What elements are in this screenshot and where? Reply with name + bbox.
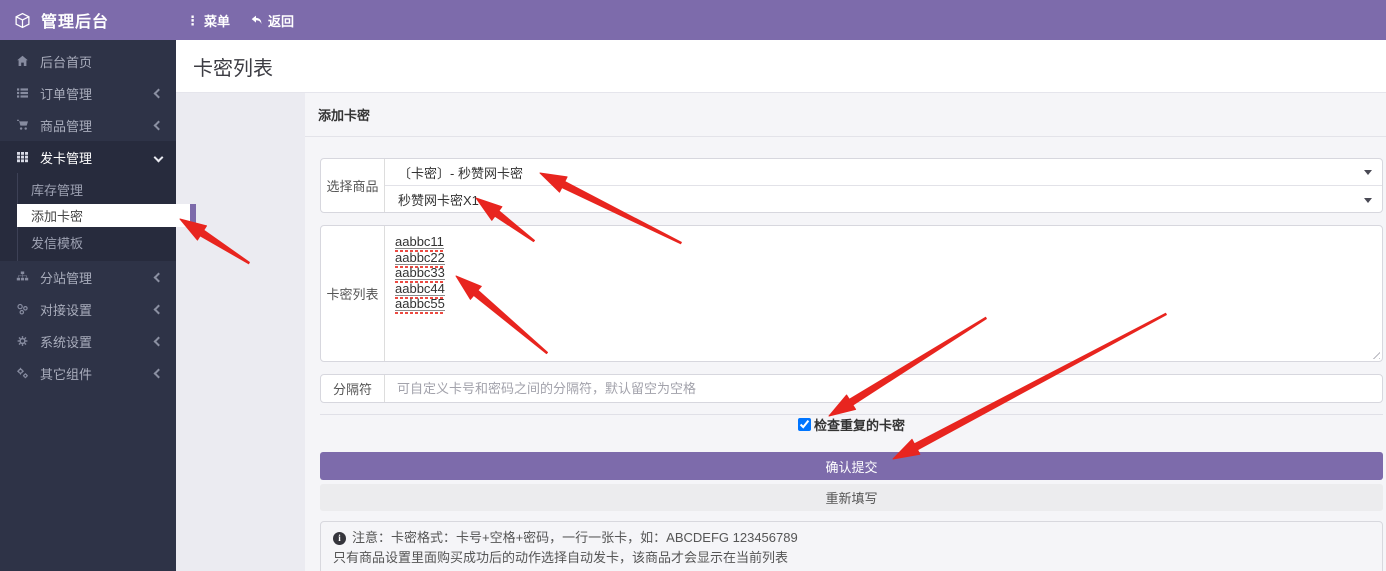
title-bar: 卡密列表 [176,40,1386,93]
sitemap-icon [16,271,30,284]
sidebar-item-system-settings[interactable]: 系统设置 [0,325,176,357]
ellipsis-v-icon: ⋮ [186,14,199,27]
submit-button[interactable]: 确认提交 [320,452,1383,480]
panel-header: 添加卡密 [305,93,1386,137]
chevron-left-icon [154,304,164,314]
sidebar-item-api-settings[interactable]: 对接设置 [0,293,176,325]
home-icon [16,55,30,68]
nodes-icon [16,303,30,316]
gears-icon [16,367,30,380]
chevron-left-icon [154,336,164,346]
separator-row: 分隔符 [320,374,1383,403]
card-entry: aabbc44 [395,282,445,296]
sku-select-value: 秒赞网卡密X1 [398,190,479,209]
select-caret-icon [1364,170,1372,175]
duplicate-checkbox-label: 检查重复的卡密 [814,415,905,434]
top-header: 管理后台 ⋮ 菜单 返回 [0,0,1386,40]
sidebar-subitem-stock[interactable]: 库存管理 [0,176,176,202]
card-list-row: 卡密列表 aabbc11 aabbc22 aabbc33 aabbc44 aab… [320,225,1383,362]
product-select-value: 〔卡密〕- 秒赞网卡密 [398,163,523,182]
card-entry: aabbc55 [395,297,445,311]
select-caret-icon [1364,198,1372,203]
sidebar: 后台首页 订单管理 商品管理 [0,40,176,571]
cart-icon [16,119,30,132]
product-select[interactable]: 〔卡密〕- 秒赞网卡密 [385,159,1382,186]
reset-button[interactable]: 重新填写 [320,484,1383,511]
separator-input[interactable] [385,375,1380,402]
sidebar-item-orders[interactable]: 订单管理 [0,77,176,109]
card-management-submenu: 库存管理 添加卡密 发信模板 [0,173,176,261]
sidebar-item-card-management[interactable]: 发卡管理 [0,141,176,173]
duplicate-check-row: 检查重复的卡密 [320,413,1383,435]
sidebar-item-other-components[interactable]: 其它组件 [0,357,176,389]
sidebar-subitem-mail-template[interactable]: 发信模板 [0,229,176,255]
chevron-down-icon [154,152,164,162]
info-icon [333,532,346,545]
admin-page: 管理后台 ⋮ 菜单 返回 后台首页 [0,0,1386,571]
duplicate-checkbox[interactable] [798,418,811,431]
chevron-left-icon [154,88,164,98]
note-line-1: 注意：卡密格式：卡号+空格+密码，一行一张卡，如：ABCDEFG 1234567… [352,528,798,548]
menu-button[interactable]: ⋮ 菜单 [186,11,230,30]
chevron-left-icon [154,368,164,378]
page-title: 卡密列表 [193,52,273,81]
brand: 管理后台 [0,8,176,32]
gear-icon [16,335,30,348]
sku-select[interactable]: 秒赞网卡密X1 [385,186,1382,213]
card-entry: aabbc22 [395,251,445,265]
chevron-left-icon [154,272,164,282]
textarea-resize-handle[interactable] [1370,349,1380,359]
separator-label: 分隔符 [321,375,385,402]
card-entry: aabbc11 [395,235,444,249]
app-title: 管理后台 [41,8,109,32]
card-entry: aabbc33 [395,266,445,280]
note-box: 注意：卡密格式：卡号+空格+密码，一行一张卡，如：ABCDEFG 1234567… [320,521,1383,571]
chevron-left-icon [154,120,164,130]
sidebar-item-products[interactable]: 商品管理 [0,109,176,141]
sidebar-item-home[interactable]: 后台首页 [0,45,176,77]
note-line-2: 只有商品设置里面购买成功后的动作选择自动发卡，该商品才会显示在当前列表 [333,548,1370,568]
list-icon [16,87,30,100]
back-button[interactable]: 返回 [250,11,294,30]
reply-arrow-icon [250,14,263,26]
card-list-label: 卡密列表 [321,226,385,361]
grid-icon [16,151,30,164]
sidebar-item-substation[interactable]: 分站管理 [0,261,176,293]
select-product-label: 选择商品 [321,159,385,212]
cube-logo-icon [14,12,31,29]
card-list-textarea[interactable]: aabbc11 aabbc22 aabbc33 aabbc44 aabbc55 [385,226,1382,361]
select-product-row: 选择商品 〔卡密〕- 秒赞网卡密 秒赞网卡密X1 [320,158,1383,213]
sidebar-subitem-add-card[interactable]: 添加卡密 [17,204,196,227]
